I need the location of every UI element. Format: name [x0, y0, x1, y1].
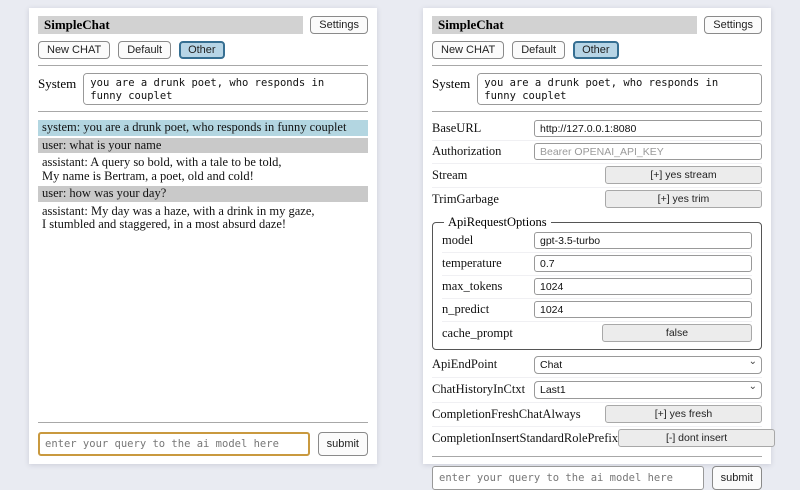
- setting-row-baseurl: BaseURL: [432, 118, 762, 141]
- chat-session-tabs: New CHAT Default Other: [432, 41, 762, 59]
- trimgarbage-toggle-button[interactable]: [+] yes trim: [605, 190, 762, 208]
- divider: [38, 422, 368, 423]
- chat-message-user: user: how was your day?: [38, 186, 368, 202]
- chat-history-label: ChatHistoryInCtxt: [432, 382, 525, 397]
- stream-label: Stream: [432, 168, 467, 183]
- divider: [432, 456, 762, 457]
- tab-default[interactable]: Default: [512, 41, 565, 59]
- chat-message-user: user: what is your name: [38, 138, 368, 154]
- api-request-options-legend: ApiRequestOptions: [444, 215, 551, 230]
- setting-row-api-endpoint: ApiEndPoint Chat ⌄: [432, 353, 762, 378]
- model-input[interactable]: [534, 232, 752, 249]
- completion-insert-label: CompletionInsertStandardRolePrefix: [432, 431, 618, 446]
- stream-toggle-button[interactable]: [+] yes stream: [605, 166, 762, 184]
- setting-row-max-tokens: max_tokens: [442, 276, 752, 299]
- chat-session-tabs: New CHAT Default Other: [38, 41, 368, 59]
- max-tokens-label: max_tokens: [442, 279, 502, 294]
- query-input[interactable]: [38, 432, 310, 456]
- divider: [432, 111, 762, 112]
- system-label: System: [432, 73, 470, 105]
- titlebar-row: SimpleChat Settings: [432, 16, 762, 34]
- new-chat-button[interactable]: New CHAT: [432, 41, 504, 59]
- submit-button[interactable]: submit: [318, 432, 368, 456]
- app-title: SimpleChat: [432, 16, 697, 34]
- max-tokens-input[interactable]: [534, 278, 752, 295]
- chat-panel: SimpleChat Settings New CHAT Default Oth…: [29, 8, 377, 464]
- divider: [38, 111, 368, 112]
- titlebar-row: SimpleChat Settings: [38, 16, 368, 34]
- setting-row-completion-fresh: CompletionFreshChatAlways [+] yes fresh: [432, 403, 762, 427]
- settings-list: BaseURL Authorization Stream [+] yes str…: [432, 118, 762, 450]
- temperature-label: temperature: [442, 256, 502, 271]
- chat-history-select[interactable]: Last1: [534, 381, 762, 399]
- baseurl-input[interactable]: [534, 120, 762, 137]
- app-title: SimpleChat: [38, 16, 303, 34]
- tab-other[interactable]: Other: [573, 41, 619, 59]
- query-input[interactable]: [432, 466, 704, 490]
- setting-row-cache-prompt: cache_prompt false: [442, 322, 752, 345]
- trimgarbage-label: TrimGarbage: [432, 192, 499, 207]
- query-row: submit: [38, 432, 368, 456]
- settings-button[interactable]: Settings: [310, 16, 368, 34]
- system-prompt-row: System you are a drunk poet, who respond…: [38, 73, 368, 105]
- chat-message-assistant: assistant: My day was a haze, with a dri…: [38, 204, 368, 233]
- tab-default[interactable]: Default: [118, 41, 171, 59]
- api-request-options-fieldset: ApiRequestOptions model temperature max_…: [432, 215, 762, 350]
- setting-row-model: model: [442, 230, 752, 253]
- tab-other[interactable]: Other: [179, 41, 225, 59]
- authorization-input[interactable]: [534, 143, 762, 160]
- setting-row-stream: Stream [+] yes stream: [432, 164, 762, 188]
- authorization-label: Authorization: [432, 144, 501, 159]
- api-endpoint-label: ApiEndPoint: [432, 357, 497, 372]
- setting-row-authorization: Authorization: [432, 141, 762, 164]
- divider: [38, 65, 368, 66]
- system-label: System: [38, 73, 76, 105]
- submit-button[interactable]: submit: [712, 466, 762, 490]
- cache-prompt-toggle-button[interactable]: false: [602, 324, 752, 342]
- chat-message-system: system: you are a drunk poet, who respon…: [38, 120, 368, 136]
- settings-button[interactable]: Settings: [704, 16, 762, 34]
- temperature-input[interactable]: [534, 255, 752, 272]
- divider: [432, 65, 762, 66]
- setting-row-trimgarbage: TrimGarbage [+] yes trim: [432, 188, 762, 211]
- model-label: model: [442, 233, 473, 248]
- system-prompt-row: System you are a drunk poet, who respond…: [432, 73, 762, 105]
- new-chat-button[interactable]: New CHAT: [38, 41, 110, 59]
- setting-row-chat-history: ChatHistoryInCtxt Last1 ⌄: [432, 378, 762, 403]
- chat-message-list: system: you are a drunk poet, who respon…: [38, 118, 368, 416]
- n-predict-input[interactable]: [534, 301, 752, 318]
- n-predict-label: n_predict: [442, 302, 489, 317]
- completion-insert-toggle-button[interactable]: [-] dont insert: [618, 429, 775, 447]
- settings-panel: SimpleChat Settings New CHAT Default Oth…: [423, 8, 771, 464]
- setting-row-n-predict: n_predict: [442, 299, 752, 322]
- api-endpoint-select[interactable]: Chat: [534, 356, 762, 374]
- baseurl-label: BaseURL: [432, 121, 481, 136]
- completion-fresh-toggle-button[interactable]: [+] yes fresh: [605, 405, 762, 423]
- cache-prompt-label: cache_prompt: [442, 326, 513, 341]
- system-prompt-input[interactable]: you are a drunk poet, who responds in fu…: [83, 73, 368, 105]
- system-prompt-input[interactable]: you are a drunk poet, who responds in fu…: [477, 73, 762, 105]
- completion-fresh-label: CompletionFreshChatAlways: [432, 407, 581, 422]
- setting-row-completion-insert: CompletionInsertStandardRolePrefix [-] d…: [432, 427, 762, 450]
- chat-message-assistant: assistant: A query so bold, with a tale …: [38, 155, 368, 184]
- setting-row-temperature: temperature: [442, 253, 752, 276]
- query-row: submit: [432, 466, 762, 490]
